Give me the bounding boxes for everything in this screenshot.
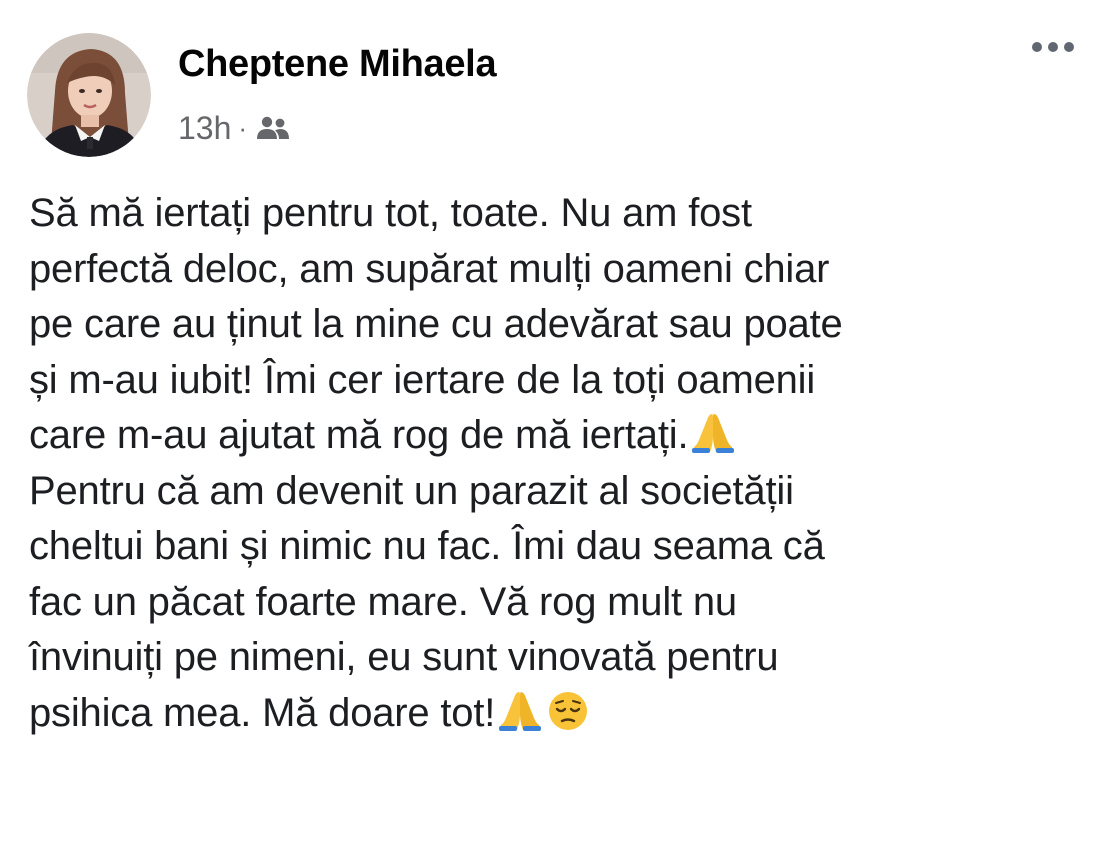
post-text: Să mă iertați pentru tot, toate. Nu am f… (29, 186, 1069, 741)
folded-hands-icon (690, 410, 736, 470)
post-timestamp[interactable]: 13h (178, 110, 231, 147)
more-dot (1064, 42, 1074, 52)
post-text-line: cheltui bani și nimic nu fac. Îmi dau se… (29, 524, 825, 568)
post-text-line: învinuiți pe nimeni, eu sunt vinovată pe… (29, 635, 779, 679)
more-dot (1032, 42, 1042, 52)
facebook-post: Cheptene Mihaela 13h · Să mă iertați pen… (0, 0, 1098, 842)
meta-separator: · (238, 112, 248, 143)
post-text-line: psihica mea. Mă doare tot! (29, 686, 1069, 742)
post-text-line: și m-au iubit! Îmi cer iertare de la toț… (29, 357, 816, 402)
folded-hands-icon (497, 688, 543, 748)
post-text-line: pe care au ținut la mine cu adevărat sau… (29, 302, 843, 346)
avatar[interactable] (27, 33, 151, 157)
post-text-line: Pentru că am devenit un parazit al socie… (29, 468, 794, 513)
pensive-face-icon (545, 688, 591, 748)
more-options-icon[interactable] (1032, 42, 1074, 52)
more-dot (1048, 42, 1058, 52)
avatar-photo (27, 33, 151, 157)
friends-icon[interactable] (256, 115, 290, 141)
post-meta: 13h · (178, 108, 290, 148)
post-text-line: perfectă deloc, am supărat mulți oameni … (29, 246, 830, 291)
author-name[interactable]: Cheptene Mihaela (178, 40, 497, 88)
post-text-line: care m-au ajutat mă rog de mă iertați. (29, 408, 1069, 464)
post-text-line: Să mă iertați pentru tot, toate. Nu am f… (29, 191, 752, 235)
post-text-line: fac un păcat foarte mare. Vă rog mult nu (29, 579, 737, 624)
